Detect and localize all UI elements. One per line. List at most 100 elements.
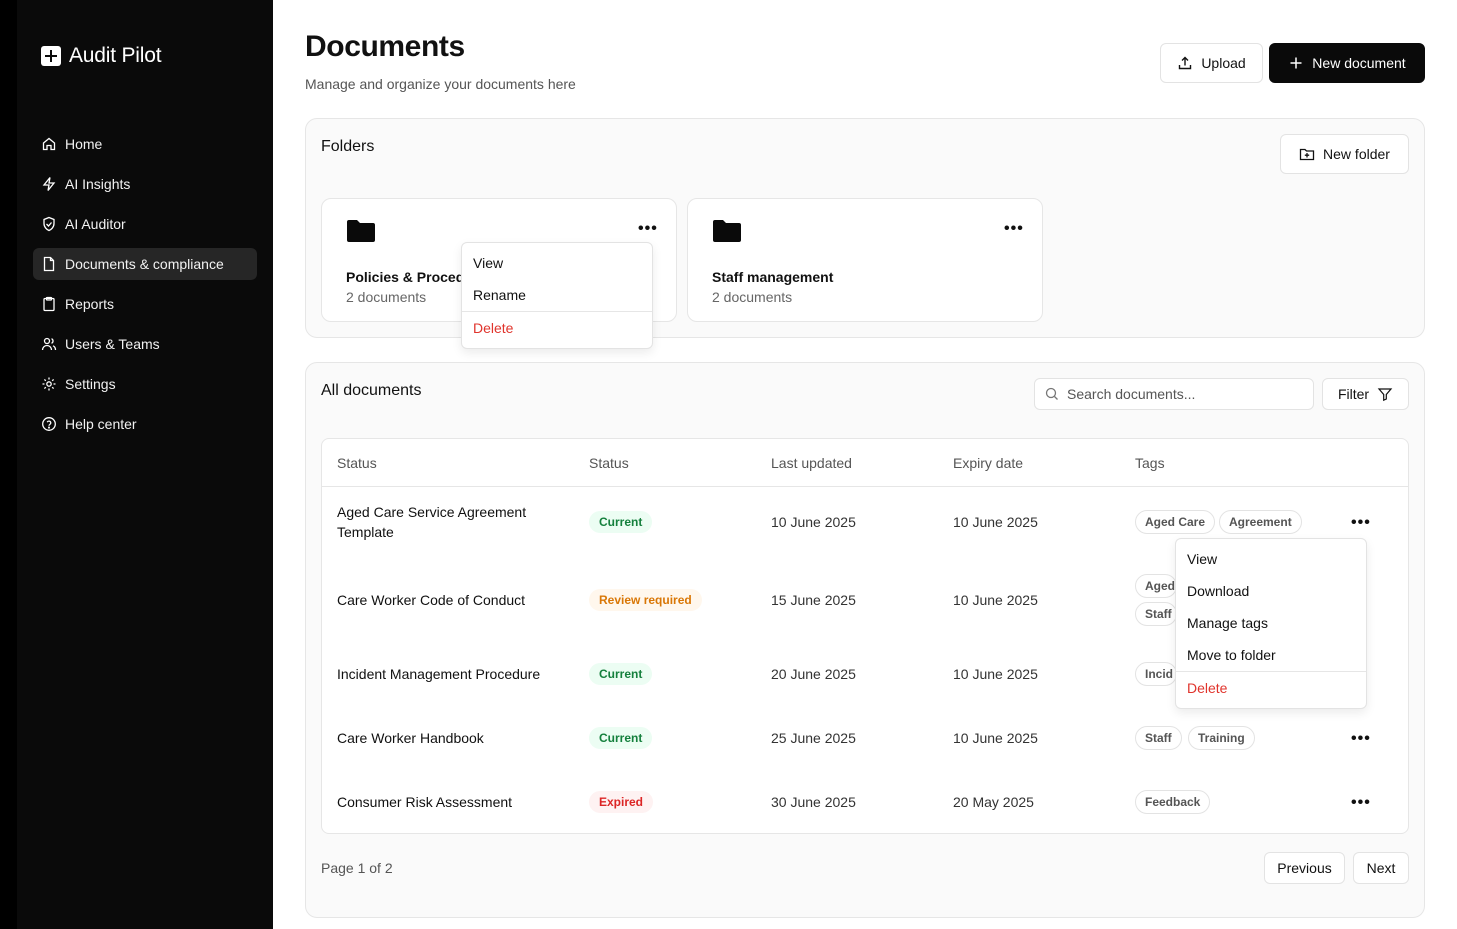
more-horizontal-icon[interactable]: ••• (1004, 221, 1024, 237)
folders-title: Folders (321, 138, 375, 155)
tag: Staff (1135, 602, 1177, 626)
sidebar-item-users-teams[interactable]: Users & Teams (33, 328, 257, 360)
document-name: Care Worker Handbook (337, 730, 484, 746)
new-folder-label: New folder (1323, 146, 1390, 162)
tag: Incid (1135, 662, 1177, 686)
document-name: Consumer Risk Assessment (337, 794, 513, 810)
expiry-date: 10 June 2025 (953, 592, 1038, 608)
sidebar-item-reports[interactable]: Reports (33, 288, 257, 320)
status-badge: Current (589, 511, 653, 533)
pagination-info: Page 1 of 2 (321, 860, 393, 876)
last-updated: 20 June 2025 (771, 666, 856, 682)
menu-item-delete[interactable]: Delete (462, 312, 652, 344)
users-icon (41, 336, 57, 352)
more-horizontal-icon[interactable]: ••• (1351, 515, 1371, 531)
menu-item-view[interactable]: View (462, 247, 652, 279)
clipboard-icon (41, 296, 57, 312)
document-name: Incident Management Procedure (337, 666, 541, 682)
column-header-name[interactable]: Status (337, 455, 377, 471)
search-box[interactable] (1034, 378, 1314, 410)
tag: Agreement (1219, 510, 1302, 534)
expiry-date: 10 June 2025 (953, 514, 1038, 530)
help-circle-icon (41, 416, 57, 432)
folder-icon (347, 220, 375, 242)
table-header: Status Status Last updated Expiry date T… (322, 439, 1408, 487)
document-name-continued: Template (337, 524, 394, 540)
sidebar: Audit Pilot Home AI Insights AI Auditor … (17, 0, 273, 929)
column-header-expiry-date[interactable]: Expiry date (953, 455, 1023, 471)
last-updated: 15 June 2025 (771, 592, 856, 608)
brand[interactable]: Audit Pilot (41, 44, 162, 68)
tag: Aged Care (1135, 510, 1216, 534)
filter-button[interactable]: Filter (1322, 378, 1409, 410)
folder-card-staff-management[interactable]: Staff management 2 documents ••• (687, 198, 1043, 322)
file-icon (41, 256, 57, 272)
sidebar-item-home[interactable]: Home (33, 128, 257, 160)
folder-plus-icon (1299, 146, 1315, 162)
more-horizontal-icon[interactable]: ••• (1351, 731, 1371, 747)
sidebar-item-label: Users & Teams (65, 336, 160, 352)
column-header-last-updated[interactable]: Last updated (771, 455, 852, 471)
upload-label: Upload (1201, 55, 1246, 71)
window-edge (0, 0, 17, 929)
filter-label: Filter (1337, 386, 1370, 402)
expiry-date: 10 June 2025 (953, 666, 1038, 682)
tag: Staff (1135, 726, 1182, 750)
menu-item-manage-tags[interactable]: Manage tags (1176, 607, 1366, 639)
more-horizontal-icon[interactable]: ••• (1351, 795, 1371, 811)
table-row[interactable]: Consumer Risk Assessment Expired 30 June… (322, 769, 1408, 833)
document-context-menu: View Download Manage tags Move to folder… (1175, 538, 1367, 709)
status-badge: Expired (589, 791, 654, 813)
menu-item-move-to-folder[interactable]: Move to folder (1176, 639, 1366, 671)
upload-icon (1177, 55, 1193, 71)
folder-count: 2 documents (712, 289, 793, 305)
upload-button[interactable]: Upload (1160, 43, 1263, 83)
sidebar-item-label: Help center (65, 416, 137, 432)
zap-icon (41, 176, 57, 192)
folder-name: Staff management (712, 269, 834, 285)
previous-button[interactable]: Previous (1264, 852, 1345, 884)
tag: Feedback (1135, 790, 1211, 814)
table-row[interactable]: Care Worker Handbook Current 25 June 202… (322, 705, 1408, 769)
status-badge: Review required (589, 589, 702, 611)
menu-item-rename[interactable]: Rename (462, 279, 652, 311)
menu-item-delete[interactable]: Delete (1176, 672, 1366, 704)
next-button[interactable]: Next (1353, 852, 1409, 884)
sidebar-item-label: Home (65, 136, 103, 152)
expiry-date: 20 May 2025 (953, 794, 1034, 810)
sidebar-item-ai-auditor[interactable]: AI Auditor (33, 208, 257, 240)
document-name: Care Worker Code of Conduct (337, 592, 526, 608)
column-header-tags[interactable]: Tags (1135, 455, 1165, 471)
sidebar-item-label: Documents & compliance (65, 256, 224, 272)
sidebar-item-ai-insights[interactable]: AI Insights (33, 168, 257, 200)
sidebar-item-label: AI Auditor (65, 216, 126, 232)
status-badge: Current (589, 663, 653, 685)
filter-icon (1377, 386, 1393, 402)
sidebar-item-settings[interactable]: Settings (33, 368, 257, 400)
more-horizontal-icon[interactable]: ••• (638, 221, 658, 237)
audit-pilot-logo-icon (41, 46, 61, 66)
folder-count: 2 documents (346, 289, 427, 305)
shield-check-icon (41, 216, 57, 232)
search-icon (1045, 387, 1059, 401)
document-name: Aged Care Service Agreement (337, 504, 527, 520)
search-input[interactable] (1067, 386, 1297, 402)
app-name: Audit Pilot (69, 44, 162, 67)
sidebar-item-label: Settings (65, 376, 116, 392)
sidebar-item-help-center[interactable]: Help center (33, 408, 257, 440)
folder-name: Policies & Procedu (346, 269, 473, 285)
last-updated: 10 June 2025 (771, 514, 856, 530)
menu-item-view[interactable]: View (1176, 543, 1366, 575)
folder-context-menu: View Rename Delete (461, 242, 653, 349)
column-header-status[interactable]: Status (589, 455, 629, 471)
expiry-date: 10 June 2025 (953, 730, 1038, 746)
sidebar-item-documents-compliance[interactable]: Documents & compliance (33, 248, 257, 280)
new-document-button[interactable]: New document (1269, 43, 1425, 83)
page-subtitle: Manage and organize your documents here (305, 76, 576, 92)
tag: Aged (1135, 574, 1177, 598)
sidebar-item-label: AI Insights (65, 176, 131, 192)
menu-item-download[interactable]: Download (1176, 575, 1366, 607)
plus-icon (1288, 55, 1304, 71)
tag: Training (1188, 726, 1255, 750)
new-folder-button[interactable]: New folder (1280, 134, 1409, 174)
